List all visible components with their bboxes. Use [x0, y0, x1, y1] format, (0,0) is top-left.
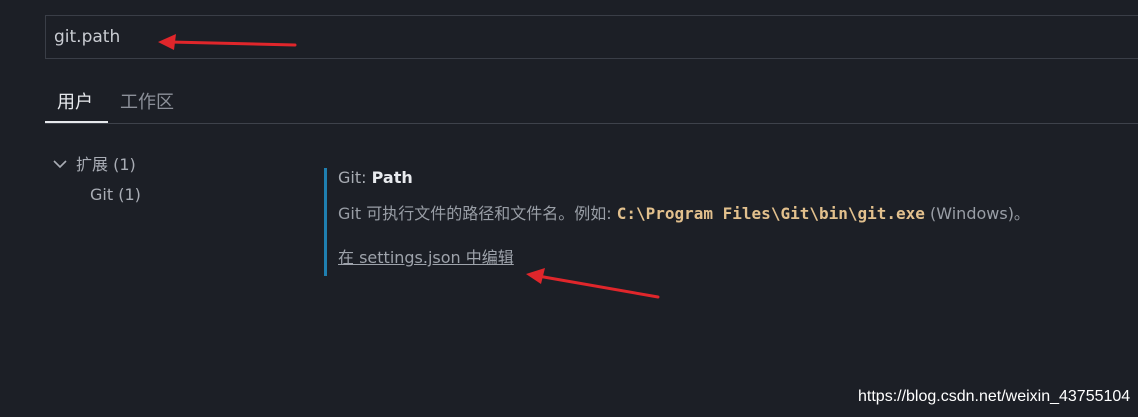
tab-user[interactable]: 用户 — [57, 88, 93, 114]
tab-workspace[interactable]: 工作区 — [120, 88, 174, 114]
description-prefix: Git 可执行文件的路径和文件名。例如: — [338, 204, 617, 223]
edit-in-settings-json-link[interactable]: 在 settings.json 中编辑 — [338, 244, 514, 268]
tree-category-extensions[interactable]: 扩展 (1) — [52, 151, 136, 175]
setting-name: Path — [371, 168, 413, 187]
active-tab-indicator — [45, 121, 108, 123]
description-code: C:\Program Files\Git\bin\git.exe — [616, 204, 925, 223]
setting-title: Git: Path — [338, 168, 413, 187]
description-suffix: (Windows)。 — [924, 204, 1030, 223]
search-input-value: git.path — [54, 27, 121, 47]
settings-search-input[interactable]: git.path — [45, 15, 1138, 59]
tree-item-git[interactable]: Git (1) — [90, 185, 141, 204]
tree-category-label: 扩展 (1) — [76, 155, 136, 174]
watermark-text: https://blog.csdn.net/weixin_43755104 — [858, 388, 1131, 405]
setting-category: Git: — [338, 168, 372, 187]
setting-git-path: Git: Path Git 可执行文件的路径和文件名。例如: C:\Progra… — [324, 168, 1138, 276]
chevron-down-icon — [53, 160, 67, 169]
setting-description: Git 可执行文件的路径和文件名。例如: C:\Program Files\Gi… — [338, 200, 1030, 224]
setting-focus-bar — [324, 168, 327, 276]
settings-scope-tabs: 用户 工作区 — [45, 80, 1138, 124]
settings-editor: git.path 用户 工作区 扩展 (1) Git (1) Git: Path… — [0, 0, 1138, 417]
